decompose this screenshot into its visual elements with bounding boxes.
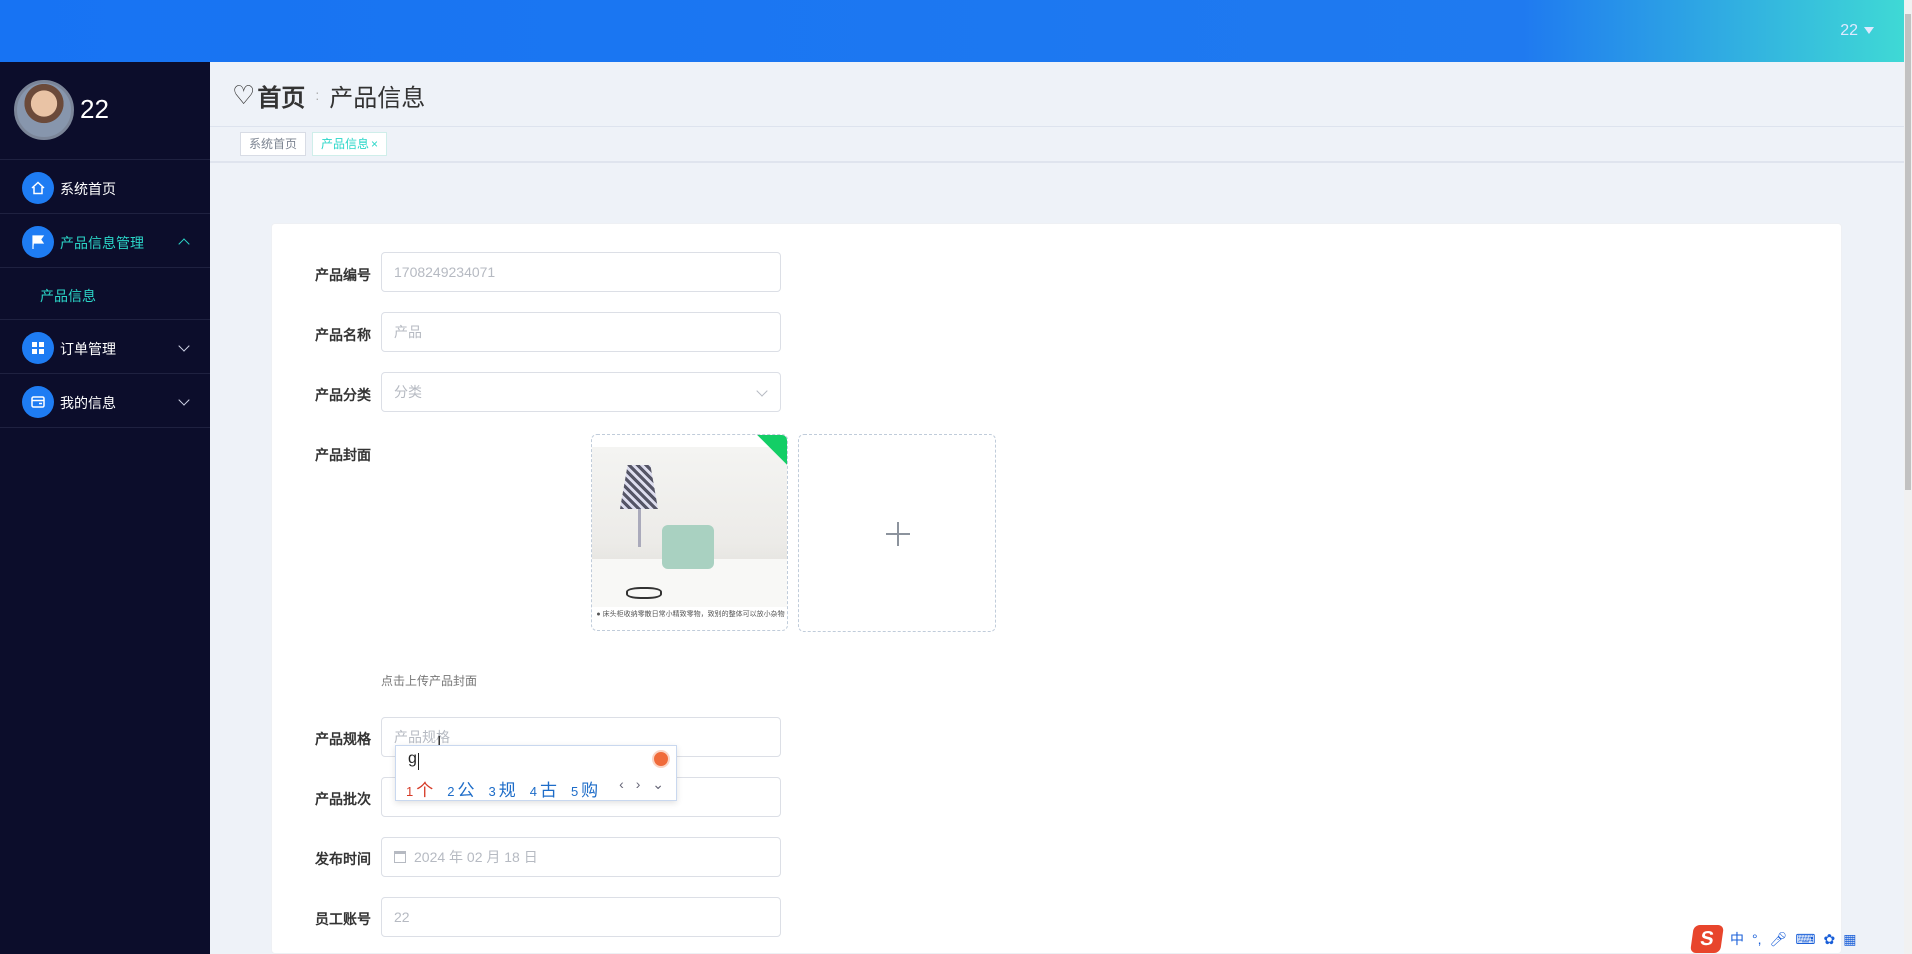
sidebar-subitem-product-info[interactable]: 产品信息 bbox=[0, 268, 210, 320]
ime-candidate[interactable]: 5购 bbox=[571, 776, 598, 801]
top-header: 22 bbox=[0, 0, 1904, 62]
lamp-shade bbox=[620, 465, 658, 509]
product-code-label: 产品编号 bbox=[315, 267, 371, 283]
cover-upload-hint: 点击上传产品封面 bbox=[381, 674, 478, 688]
close-icon[interactable]: × bbox=[371, 137, 378, 151]
tag-product-info[interactable]: 产品信息 × bbox=[312, 132, 388, 156]
wallet-icon bbox=[22, 386, 54, 418]
sogou-s-icon[interactable]: S bbox=[1690, 925, 1724, 953]
ime-candidate[interactable]: 4古 bbox=[530, 776, 557, 801]
chevron-down-icon bbox=[178, 394, 190, 406]
glasses bbox=[626, 587, 662, 599]
page-scrollbar[interactable] bbox=[1904, 0, 1912, 954]
chevron-down-icon bbox=[178, 340, 190, 352]
tags-view: 系统首页 产品信息 × bbox=[240, 132, 388, 156]
calendar-icon bbox=[394, 851, 406, 863]
product-category-placeholder: 分类 bbox=[394, 384, 422, 400]
chevron-down-icon bbox=[756, 385, 768, 397]
ime-lang-toggle[interactable]: 中 bbox=[1730, 929, 1744, 949]
photo-caption: ● 床头柜收纳零散日常小精致零物，致别的整体可以放小杂物 bbox=[596, 611, 785, 618]
product-name-input[interactable]: 产品 bbox=[381, 312, 781, 352]
sidebar-item-home[interactable]: 系统首页 bbox=[0, 160, 210, 214]
product-batch-label: 产品批次 bbox=[315, 791, 371, 807]
user-dropdown[interactable]: 22 bbox=[1840, 22, 1874, 40]
breadcrumb-current: 产品信息 bbox=[329, 84, 426, 112]
storage-box bbox=[662, 525, 714, 569]
tag-system-home[interactable]: 系统首页 bbox=[240, 132, 307, 156]
staff-account-input[interactable]: 22 bbox=[381, 897, 781, 937]
microphone-icon[interactable]: 🎤︎ bbox=[1770, 931, 1788, 948]
staff-account-label: 员工账号 bbox=[315, 911, 371, 927]
ime-punct-toggle[interactable]: °, bbox=[1752, 931, 1762, 947]
sidebar-profile: 22 bbox=[0, 62, 210, 160]
product-code-input[interactable]: 1708249234071 bbox=[381, 252, 781, 292]
sidebar-item-label: 产品信息管理 bbox=[60, 235, 144, 251]
publish-date-label: 发布时间 bbox=[315, 851, 371, 867]
tag-label: 系统首页 bbox=[249, 137, 298, 151]
divider bbox=[210, 161, 1904, 163]
ime-candidates: 1个 2公 3规 4古 5购 bbox=[406, 776, 598, 801]
cover-image-thumbnail[interactable]: ● 床头柜收纳零散日常小精致零物，致别的整体可以放小杂物 bbox=[591, 434, 788, 631]
product-name-label: 产品名称 bbox=[315, 327, 371, 343]
ime-candidate[interactable]: 1个 bbox=[406, 776, 433, 801]
breadcrumb-separator: : bbox=[315, 87, 320, 103]
ime-composition: g bbox=[408, 750, 417, 767]
avatar bbox=[14, 80, 74, 140]
user-name: 22 bbox=[1840, 22, 1858, 39]
product-category-label: 产品分类 bbox=[315, 387, 371, 403]
product-cover-label: 产品封面 bbox=[315, 447, 371, 463]
ime-candidate[interactable]: 3规 bbox=[488, 776, 515, 801]
sidebar-item-orders[interactable]: 订单管理 bbox=[0, 320, 210, 374]
sidebar-item-product-management[interactable]: 产品信息管理 bbox=[0, 214, 210, 268]
breadcrumb: ♡ 首页 : 产品信息 bbox=[232, 78, 425, 112]
sidebar-item-label: 订单管理 bbox=[60, 341, 116, 357]
sidebar: 22 系统首页 产品信息管理 产品信息 订单管理 我的信息 bbox=[0, 62, 210, 954]
product-spec-placeholder: 产品规格 bbox=[394, 729, 450, 745]
ime-toolbar: S 中 °, 🎤︎ ⌨ ✿ ▦ bbox=[1690, 924, 1856, 954]
breadcrumb-home[interactable]: 首页 bbox=[257, 78, 305, 113]
ime-candidate-window: g 1个 2公 3规 4古 5购 ‹ › ⌄ bbox=[395, 745, 677, 801]
skin-icon[interactable]: ✿ bbox=[1824, 931, 1836, 948]
flag-icon bbox=[22, 226, 54, 258]
sidebar-subitem-label: 产品信息 bbox=[40, 288, 96, 304]
chevron-up-icon bbox=[178, 238, 190, 250]
tag-label: 产品信息 bbox=[321, 137, 370, 151]
caret-down-icon bbox=[1864, 27, 1874, 35]
heart-icon: ♡ bbox=[232, 79, 256, 110]
product-name-placeholder: 产品 bbox=[394, 324, 422, 340]
lamp-stem bbox=[638, 509, 641, 547]
ime-caret bbox=[418, 753, 419, 770]
product-code-value: 1708249234071 bbox=[394, 264, 496, 280]
publish-date-value: 2024 年 02 月 18 日 bbox=[414, 849, 538, 865]
divider bbox=[210, 126, 1904, 127]
profile-name: 22 bbox=[80, 94, 109, 124]
plus-icon bbox=[886, 522, 910, 546]
sidebar-item-label: 我的信息 bbox=[60, 395, 116, 411]
product-photo bbox=[592, 447, 787, 607]
sidebar-item-my-info[interactable]: 我的信息 bbox=[0, 374, 210, 428]
keyboard-icon[interactable]: ⌨ bbox=[1795, 931, 1815, 948]
sidebar-item-label: 系统首页 bbox=[60, 181, 116, 197]
staff-account-value: 22 bbox=[394, 909, 410, 925]
home-icon bbox=[22, 172, 54, 204]
publish-date-picker[interactable]: 2024 年 02 月 18 日 bbox=[381, 837, 781, 877]
grid-icon bbox=[22, 332, 54, 364]
product-category-select[interactable]: 分类 bbox=[381, 372, 781, 412]
product-spec-label: 产品规格 bbox=[315, 731, 371, 747]
ime-candidate[interactable]: 2公 bbox=[447, 776, 474, 801]
upload-add-button[interactable] bbox=[798, 434, 996, 632]
scrollbar-thumb[interactable] bbox=[1905, 14, 1911, 490]
ime-page-nav[interactable]: ‹ › ⌄ bbox=[619, 776, 668, 793]
toolbox-icon[interactable]: ▦ bbox=[1843, 931, 1856, 948]
sogou-logo-icon bbox=[652, 750, 670, 768]
